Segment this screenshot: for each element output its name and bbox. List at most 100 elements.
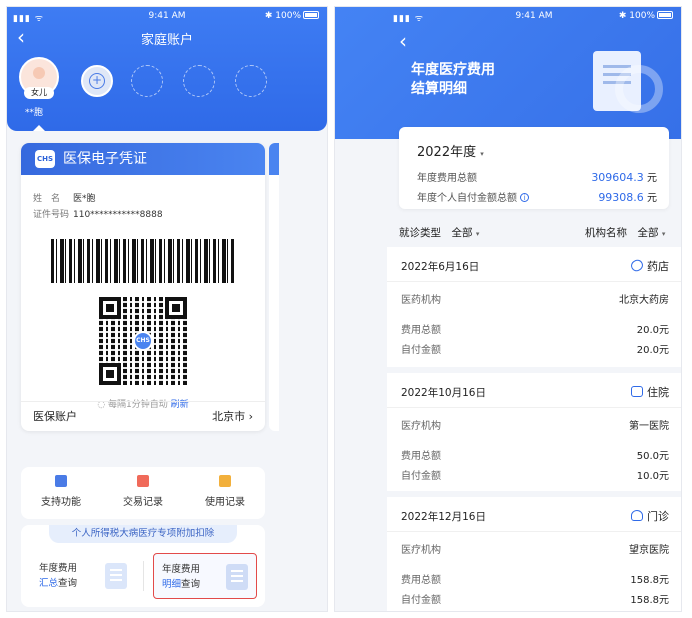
status-bar: ▮▮▮ ᯤ 9:41 AM ✱ 100%: [7, 7, 327, 25]
bluetooth-icon: ✱: [264, 11, 273, 21]
row-label: 费用总额: [401, 575, 441, 586]
detail-header: [335, 7, 681, 139]
checkbox-icon: [55, 475, 67, 487]
filter-value: 全部: [451, 227, 473, 239]
function-label: 支持功能: [41, 497, 81, 508]
selection-pointer: [33, 125, 45, 131]
visit-type-filter[interactable]: 就诊类型 全部 ▾: [399, 225, 479, 240]
qr-code: CHS: [99, 297, 187, 385]
annual-total-row: 年度费用总额 309604.3 元: [417, 169, 657, 184]
battery-indicator: ✱ 100%: [619, 11, 673, 21]
caret-down-icon: ▾: [475, 230, 480, 238]
name-row: 姓 名 医*胞: [33, 191, 96, 204]
battery-icon: [657, 11, 673, 19]
family-account-screen: ▮▮▮ ᯤ 9:41 AM ✱ 100% ‹ 家庭账户 女儿 **胞 + CHS…: [6, 6, 328, 612]
empty-member-slot[interactable]: [131, 65, 163, 97]
record-card[interactable]: 2022年6月16日 药店 医药机构 北京大药房 费用总额 20.0元 自付金额 20…: [387, 247, 681, 367]
annual-summary-card: 2022年度 ▾ 年度费用总额 309604.3 元 年度个人自付金额总额 i …: [399, 127, 669, 209]
medical-insurance-card: CHS 医保电子凭证 姓 名 医*胞 证件号码 110***********8888…: [21, 143, 265, 431]
self-pay-row: 自付金额 20.0元: [401, 341, 669, 356]
row-value: 20.0元: [636, 325, 669, 336]
document-icon: [137, 475, 149, 487]
institution-filter[interactable]: 机构名称 全部 ▾: [585, 225, 665, 240]
filter-value: 全部: [637, 227, 659, 239]
self-pay-label: 年度个人自付金额总额: [417, 193, 517, 204]
add-member-button[interactable]: +: [81, 65, 113, 97]
record-date: 2022年10月16日: [401, 387, 486, 399]
record-card[interactable]: 2022年10月16日 住院 医疗机构 第一医院 费用总额 50.0元 自付金额 10…: [387, 373, 681, 491]
account-label: 医保账户: [33, 410, 77, 423]
battery-indicator: ✱ 100%: [265, 11, 319, 21]
id-value: 110***********8888: [73, 210, 163, 220]
total-row: 费用总额 20.0元: [401, 321, 669, 336]
total-row: 费用总额 158.8元: [401, 571, 669, 586]
region-value: 北京市: [212, 410, 246, 423]
record-type: 药店: [629, 257, 669, 274]
type-label: 住院: [647, 386, 669, 399]
row-label: 自付金额: [401, 595, 441, 606]
divider: [387, 531, 681, 532]
back-button[interactable]: ‹: [399, 31, 407, 51]
page-title: 年度医疗费用 结算明细: [411, 61, 495, 99]
empty-member-slot[interactable]: [183, 65, 215, 97]
avatar-daughter[interactable]: 女儿: [19, 57, 59, 99]
item-highlight: 汇总: [39, 578, 59, 589]
filter-label: 机构名称: [585, 227, 627, 239]
transaction-records-button[interactable]: 交易记录: [103, 475, 183, 508]
magnifier-illustration-icon: [615, 65, 663, 113]
item-highlight: 明细: [162, 579, 182, 590]
institution-row: 医疗机构 望京医院: [401, 541, 669, 556]
record-type: 住院: [631, 384, 669, 400]
pill-icon: [629, 257, 645, 274]
self-pay-row: 自付金额 158.8元: [401, 591, 669, 606]
institution-row: 医药机构 北京大药房: [401, 291, 669, 306]
annual-detail-query[interactable]: 年度费用 明细查询: [153, 553, 257, 599]
record-date: 2022年6月16日: [401, 261, 480, 273]
row-value: 158.8元: [630, 575, 669, 586]
hospital-icon: [631, 386, 643, 397]
annual-summary-query[interactable]: 年度费用 汇总查询: [31, 553, 135, 599]
empty-member-slot[interactable]: [235, 65, 267, 97]
self-pay-row: 自付金额 10.0元: [401, 467, 669, 482]
stethoscope-icon: [631, 510, 643, 521]
caret-down-icon: ▾: [661, 230, 666, 238]
row-value: 10.0元: [636, 471, 669, 482]
usage-records-button[interactable]: 使用记录: [185, 475, 265, 508]
avatar-face-icon: [33, 67, 45, 79]
year-value: 2022年度: [417, 145, 477, 160]
name-label: 姓 名: [33, 194, 61, 204]
qr-center-logo: CHS: [133, 331, 153, 351]
row-label: 费用总额: [401, 451, 441, 462]
row-label: 医疗机构: [401, 545, 441, 556]
row-value: 望京医院: [629, 545, 669, 556]
function-label: 使用记录: [205, 497, 245, 508]
annual-medical-detail-screen: ▮▮▮ ᯤ 9:41 AM ✱ 100% ‹ 年度医疗费用 结算明细 2022年…: [334, 6, 682, 612]
support-functions-button[interactable]: 支持功能: [21, 475, 101, 508]
item-rest: 查询: [58, 578, 78, 589]
battery-icon: [303, 11, 319, 19]
self-pay-amount: 99308.6 元: [598, 189, 657, 204]
chs-logo: CHS: [35, 150, 55, 168]
barcode: [51, 239, 235, 283]
battery-percent: 100%: [275, 11, 301, 21]
divider: [143, 561, 144, 591]
year-selector[interactable]: 2022年度 ▾: [417, 141, 484, 160]
member-avatars: 女儿 **胞 +: [17, 57, 317, 123]
insurance-account-row[interactable]: 医保账户 北京市 ›: [21, 401, 265, 431]
record-card[interactable]: 2022年12月16日 门诊 医疗机构 望京医院 费用总额 158.8元 自付金额 1…: [387, 497, 681, 611]
tax-panel-title: 个人所得税大病医疗专项附加扣除: [49, 525, 237, 543]
info-icon[interactable]: i: [520, 193, 530, 202]
row-label: 医药机构: [401, 295, 441, 306]
tax-deduction-panel: 个人所得税大病医疗专项附加扣除 年度费用 汇总查询 年度费用 明细查询: [21, 525, 265, 607]
total-label: 年度费用总额: [417, 173, 477, 184]
divider: [387, 407, 681, 408]
row-value: 158.8元: [630, 595, 669, 606]
next-card-peek[interactable]: [269, 143, 279, 431]
qr-finder: [99, 297, 121, 319]
row-label: 自付金额: [401, 345, 441, 356]
record-type: 门诊: [631, 508, 669, 524]
record-icon: [219, 475, 231, 487]
account-region: 北京市 ›: [212, 402, 253, 431]
item-rest: 查询: [181, 579, 201, 590]
bluetooth-icon: ✱: [618, 11, 627, 21]
